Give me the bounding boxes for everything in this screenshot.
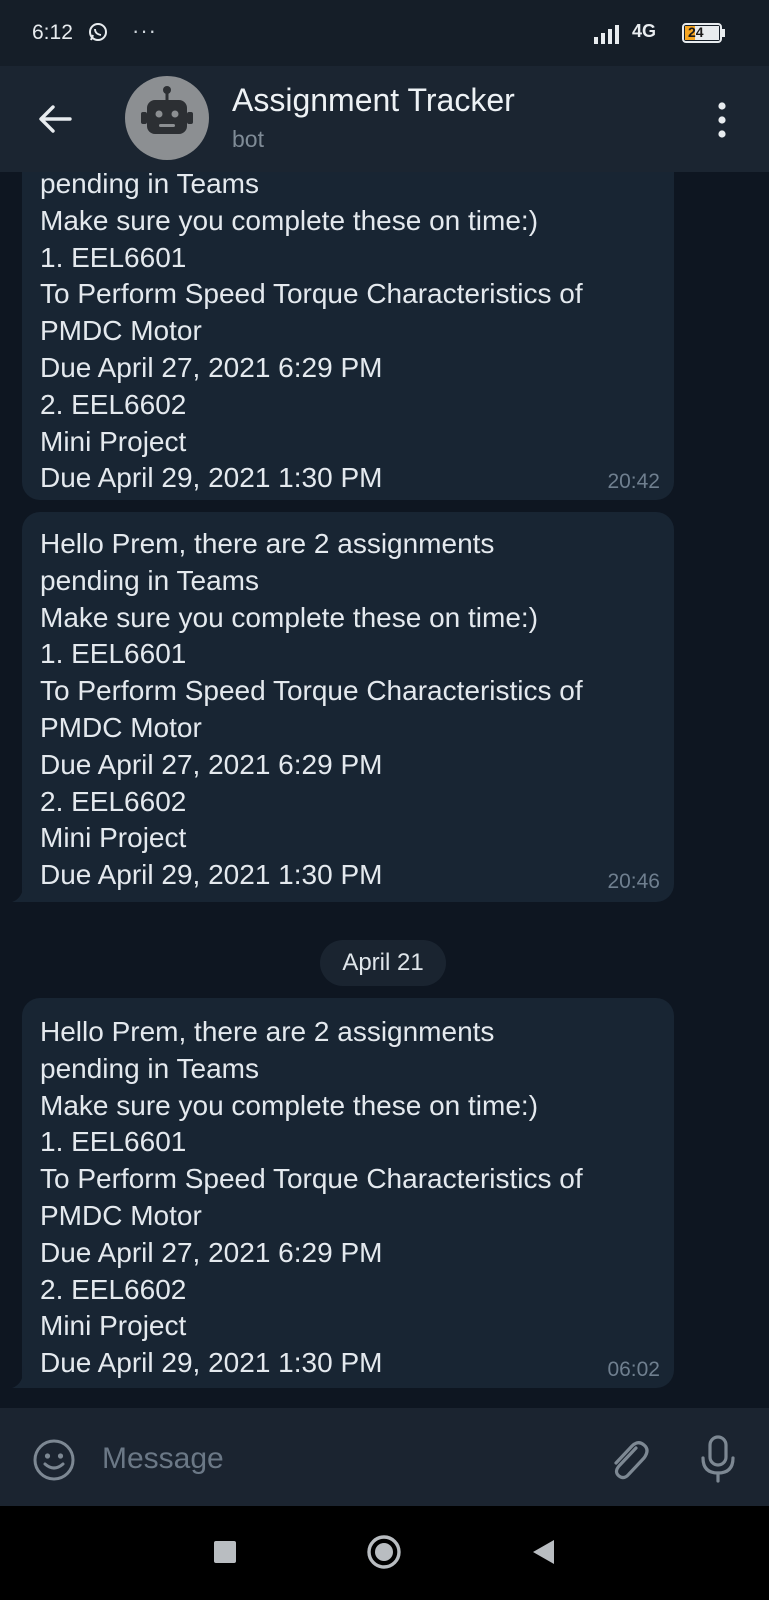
robot-icon [141, 86, 193, 134]
more-notifications-icon: ··· [132, 18, 157, 43]
whatsapp-notification-icon [89, 23, 107, 41]
bot-avatar[interactable] [125, 76, 209, 160]
message-timestamp: 20:46 [607, 870, 660, 893]
message-text: Hello Prem, there are 2 assignments pend… [40, 528, 583, 891]
microphone-icon[interactable] [698, 1434, 738, 1484]
message-timestamp: 20:42 [607, 470, 660, 493]
message-composer [0, 1408, 769, 1506]
attach-icon[interactable] [606, 1436, 650, 1484]
status-bar: 6:12 ··· 4G 24 [0, 0, 769, 66]
emoji-icon[interactable] [32, 1438, 76, 1482]
message-text: pending in Teams Make sure you complete … [40, 172, 583, 494]
chat-header: Assignment Tracker bot [0, 66, 769, 172]
signal-strength-icon [594, 25, 619, 44]
message-text: Hello Prem, there are 2 assignments pend… [40, 1016, 583, 1379]
chat-title[interactable]: Assignment Tracker [232, 82, 515, 119]
message-timestamp: 06:02 [607, 1358, 660, 1381]
back-triangle-icon[interactable] [530, 1538, 556, 1566]
system-navigation-bar [0, 1506, 769, 1600]
bubble-tail [12, 880, 34, 902]
network-type-label: 4G [632, 21, 657, 41]
more-options-icon[interactable] [712, 100, 732, 140]
date-separator: April 21 [320, 940, 446, 986]
battery-level: 24 [688, 24, 704, 40]
bubble-tail [12, 1366, 34, 1388]
message-bubble[interactable]: Hello Prem, there are 2 assignments pend… [12, 998, 674, 1388]
chat-subtitle: bot [232, 126, 264, 152]
message-list[interactable]: pending in Teams Make sure you complete … [0, 172, 769, 1408]
message-input[interactable] [100, 1434, 584, 1484]
status-time: 6:12 [32, 21, 73, 44]
message-bubble[interactable]: Hello Prem, there are 2 assignments pend… [12, 512, 674, 902]
home-icon[interactable] [366, 1534, 402, 1570]
message-bubble[interactable]: pending in Teams Make sure you complete … [22, 172, 674, 500]
back-arrow-icon[interactable] [36, 100, 74, 138]
recent-apps-icon[interactable] [214, 1541, 236, 1563]
